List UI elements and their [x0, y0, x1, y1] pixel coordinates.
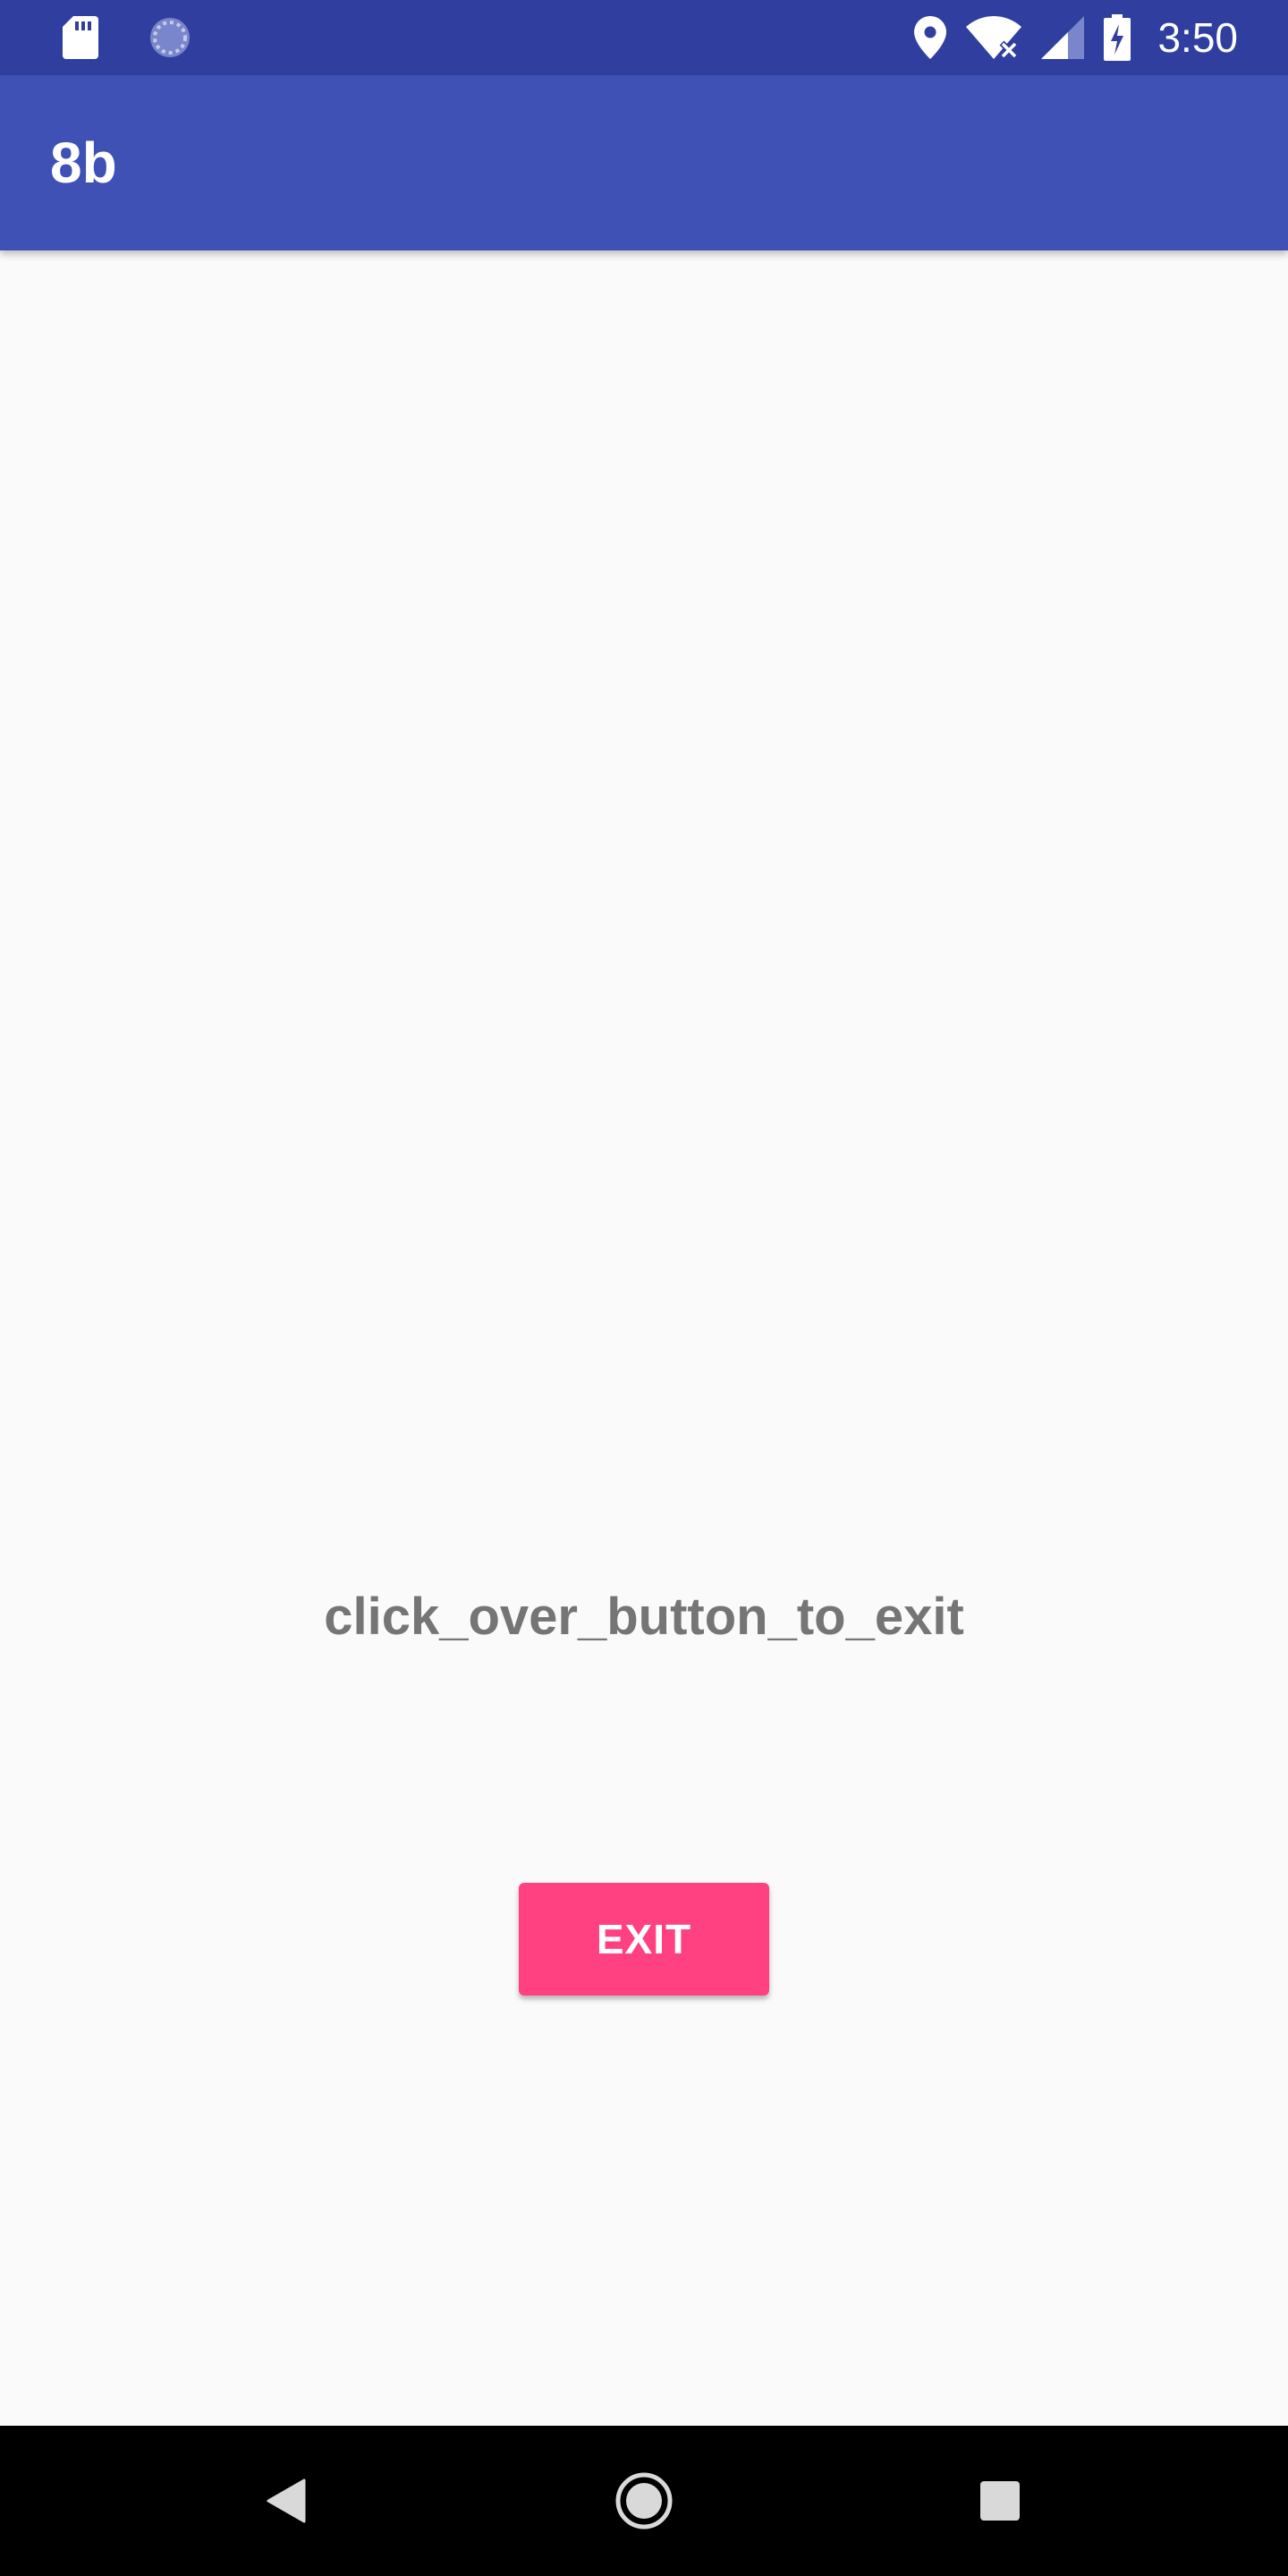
recents-icon	[980, 2481, 1020, 2521]
signal-icon	[1041, 16, 1085, 59]
app-bar: 8b	[0, 75, 1288, 250]
back-icon	[267, 2479, 306, 2523]
recents-button[interactable]	[955, 2456, 1045, 2546]
status-bar-left	[63, 16, 191, 59]
app-title: 8b	[50, 131, 117, 195]
status-bar-right: 3:50	[914, 13, 1238, 63]
exit-instruction-text: click_over_button_to_exit	[324, 1588, 964, 1646]
screen: 3:50 8b click_over_button_to_exit EXIT	[0, 0, 1288, 2576]
back-button[interactable]	[242, 2456, 331, 2546]
exit-button-label: EXIT	[596, 1916, 692, 1962]
home-icon	[615, 2472, 673, 2529]
battery-charging-icon	[1104, 14, 1131, 61]
sync-icon	[150, 18, 190, 57]
exit-button[interactable]: EXIT	[519, 1883, 769, 1996]
location-icon	[914, 16, 947, 59]
home-button[interactable]	[599, 2456, 689, 2546]
sd-card-icon	[63, 16, 98, 59]
wifi-icon	[966, 16, 1022, 59]
status-bar: 3:50	[0, 0, 1288, 75]
navigation-bar	[0, 2426, 1288, 2576]
status-time: 3:50	[1157, 14, 1238, 61]
